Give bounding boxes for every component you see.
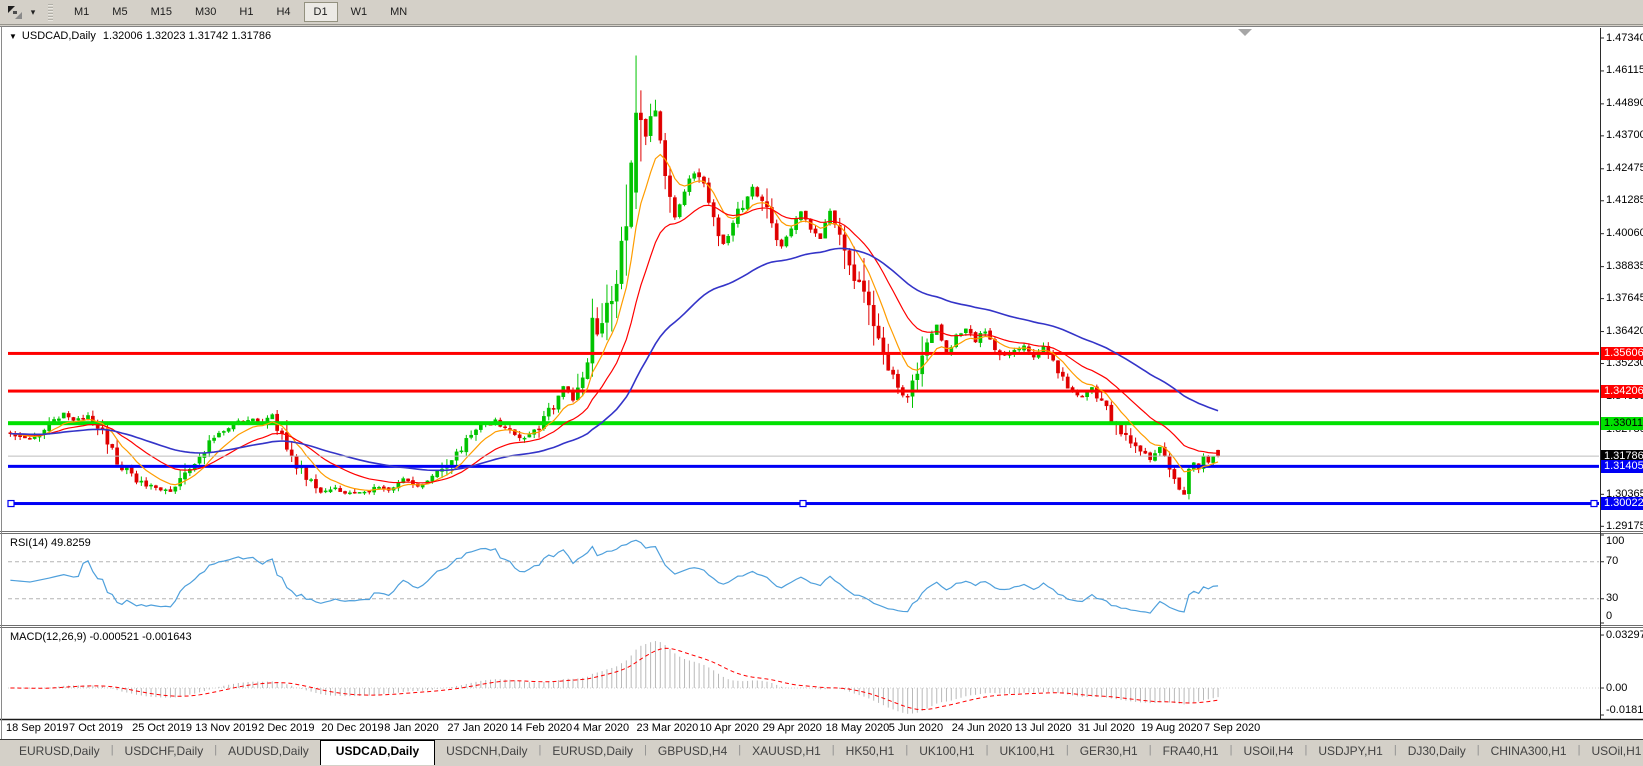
time-axis-label: 4 Mar 2020 — [573, 722, 630, 734]
rsi-axis-tick-label: 30 — [1606, 592, 1619, 605]
chart-title: ▼ USDCAD,Daily 1.32006 1.32023 1.31742 1… — [9, 30, 271, 42]
rsi-axis-tick-label: 70 — [1606, 555, 1619, 568]
price-axis-tick-label: 1.43700 — [1606, 129, 1643, 142]
line-handle-0[interactable] — [7, 499, 15, 508]
time-axis-label: 7 Oct 2019 — [69, 722, 123, 734]
horizontal-line-1.35606[interactable] — [8, 351, 1599, 355]
tab-audusd-daily[interactable]: AUDUSD,Daily — [217, 740, 320, 763]
time-axis-label: 14 Feb 2020 — [510, 722, 573, 734]
tab-fra40-h1[interactable]: FRA40,H1 — [1152, 740, 1230, 763]
time-axis-label: 2 Dec 2019 — [258, 722, 315, 734]
time-axis-label: 20 Dec 2019 — [321, 722, 384, 734]
chart-tab-bar: EURUSD,Daily | USDCHF,Daily | AUDUSD,Daily US… — [0, 739, 1643, 766]
rsi-axis-tick-label: 0 — [1606, 609, 1613, 622]
ma-line-mid — [10, 204, 1219, 484]
rsi-line — [10, 539, 1219, 614]
horizontal-line-1.33011[interactable] — [8, 421, 1599, 426]
time-axis-label: 25 Oct 2019 — [132, 722, 193, 734]
time-axis-label: 24 Jun 2020 — [951, 722, 1013, 734]
chart-symbol-label: USDCAD,Daily — [21, 30, 96, 42]
price-axis-tick-label: 1.40060 — [1606, 227, 1643, 240]
tab-china300-h1[interactable]: CHINA300,H1 — [1480, 740, 1578, 763]
macd-axis-tick-label: -0.018154 — [1606, 703, 1643, 716]
tab-hk50-h1[interactable]: HK50,H1 — [835, 740, 906, 763]
macd-signal-line — [10, 647, 1219, 711]
candlestick-series — [8, 55, 1220, 500]
price-tag-1.33011: 1.33011 — [1601, 416, 1643, 430]
price-axis-tick-label: 1.36420 — [1606, 325, 1643, 338]
tab-usdcad-daily[interactable]: USDCAD,Daily — [319, 740, 436, 765]
tab-usdcnh-daily[interactable]: USDCNH,Daily — [435, 740, 538, 763]
tab-usdchf-daily[interactable]: USDCHF,Daily — [114, 740, 215, 763]
price-axis-tick-label: 1.41285 — [1606, 194, 1643, 207]
time-axis-label: 13 Jul 2020 — [1014, 722, 1072, 734]
rsi-indicator-label: RSI(14) 49.8259 — [10, 537, 91, 549]
tab-uk100-h1[interactable]: UK100,H1 — [908, 740, 985, 763]
horizontal-line-1.31405[interactable] — [8, 464, 1599, 468]
price-axis-tick-label: 1.38835 — [1606, 260, 1643, 273]
price-axis-tick-label: 1.42475 — [1606, 162, 1643, 175]
price-tag-1.30022: 1.30022 — [1601, 497, 1643, 511]
time-axis-label: 23 Mar 2020 — [636, 722, 699, 734]
price-axis-tick-label: 1.37645 — [1606, 292, 1643, 305]
time-axis-label: 29 Apr 2020 — [762, 722, 822, 734]
collapse-arrow-icon[interactable]: ▼ — [9, 32, 17, 41]
price-tag-1.35606: 1.35606 — [1601, 346, 1643, 360]
tab-usoil-h1[interactable]: USOil,H1 — [1580, 740, 1643, 763]
price-axis-tick-label: 1.47340 — [1606, 31, 1643, 44]
time-axis-label: 7 Sep 2020 — [1203, 722, 1261, 734]
tab-gbpusd-h4[interactable]: GBPUSD,H4 — [647, 740, 738, 763]
price-tag-1.34206: 1.34206 — [1601, 384, 1643, 398]
tab-xauusd-h1[interactable]: XAUUSD,H1 — [741, 740, 832, 763]
tab-usdjpy-h1[interactable]: USDJPY,H1 — [1307, 740, 1393, 763]
macd-axis-tick-label: 0.032972 — [1606, 628, 1643, 641]
tab-dj30-daily[interactable]: DJ30,Daily — [1397, 740, 1477, 763]
tab-uk100-h1[interactable]: UK100,H1 — [988, 740, 1065, 763]
time-axis-label: 13 Nov 2019 — [195, 722, 258, 734]
ma-line-slow — [10, 247, 1219, 472]
price-axis-tick-label: 1.46115 — [1606, 64, 1643, 77]
tab-eurusd-daily[interactable]: EURUSD,Daily — [541, 740, 644, 763]
horizontal-line-1.34206[interactable] — [8, 389, 1599, 393]
line-handle-1[interactable] — [799, 499, 807, 508]
tab-eurusd-daily[interactable]: EURUSD,Daily — [8, 740, 111, 763]
time-axis-label: 5 Jun 2020 — [888, 722, 944, 734]
time-axis-label: 10 Apr 2020 — [699, 722, 759, 734]
tab-usoil-h4[interactable]: USOil,H4 — [1232, 740, 1304, 763]
macd-histogram — [14, 641, 1219, 714]
time-axis-label: 31 Jul 2020 — [1077, 722, 1135, 734]
chart-shift-marker-icon[interactable] — [1238, 29, 1252, 36]
price-axis-tick-label: 1.44890 — [1606, 97, 1643, 110]
macd-indicator-label: MACD(12,26,9) -0.000521 -0.001643 — [10, 631, 192, 643]
chart-ohlc-label: 1.32006 1.32023 1.31742 1.31786 — [102, 30, 272, 42]
time-axis-label: 8 Jan 2020 — [384, 722, 439, 734]
time-axis-label: 18 May 2020 — [825, 722, 890, 734]
rsi-axis-tick-label: 100 — [1606, 534, 1625, 547]
line-handle-2[interactable] — [1590, 499, 1598, 508]
price-tag-1.31405: 1.31405 — [1601, 459, 1643, 473]
time-axis-label: 27 Jan 2020 — [447, 722, 508, 734]
macd-axis-tick-label: 0.00 — [1606, 681, 1628, 694]
time-axis-label: 18 Sep 2019 — [6, 722, 69, 734]
price-axis-tick-label: 1.29175 — [1606, 519, 1643, 532]
time-axis-label: 19 Aug 2020 — [1140, 722, 1203, 734]
chart-canvas[interactable] — [0, 0, 1643, 739]
tab-ger30-h1[interactable]: GER30,H1 — [1069, 740, 1149, 763]
